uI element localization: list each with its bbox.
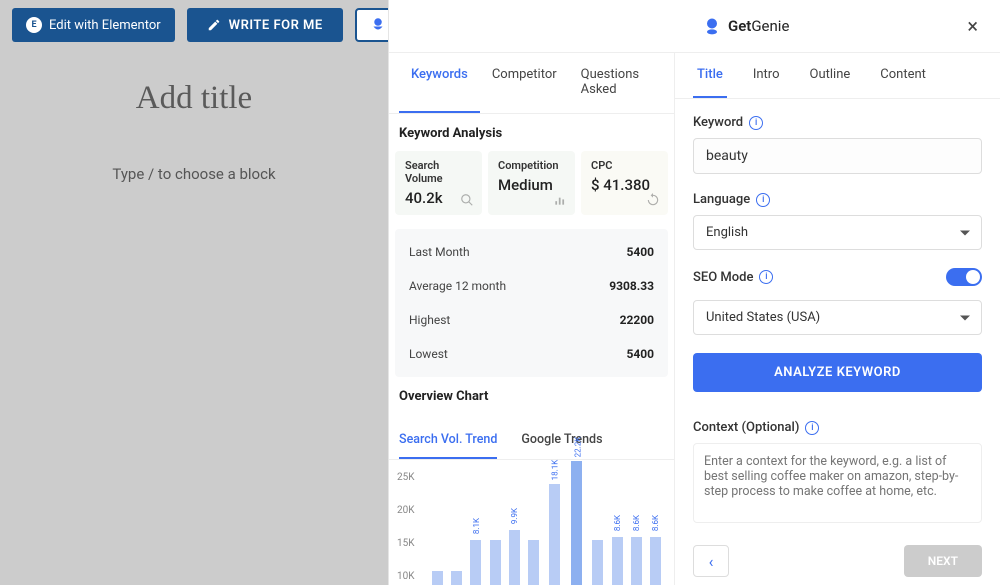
write-for-me-button[interactable]: WRITE FOR ME	[187, 8, 343, 42]
tab-content[interactable]: Content	[876, 53, 930, 98]
top-toolbar: E Edit with Elementor WRITE FOR ME Cha	[12, 8, 429, 42]
title-input-placeholder[interactable]: Add title	[0, 80, 388, 117]
stat-value: 5400	[626, 245, 654, 259]
bottom-nav: ‹ NEXT	[693, 537, 982, 585]
bar	[525, 516, 542, 585]
analyze-keyword-button[interactable]: ANALYZE KEYWORD	[693, 353, 982, 392]
keyword-input[interactable]	[693, 138, 982, 174]
language-label: Language i	[693, 192, 982, 207]
tab-competitor[interactable]: Competitor	[480, 53, 569, 113]
block-hint[interactable]: Type / to choose a block	[0, 165, 388, 183]
metric-label: Search Volume	[405, 159, 472, 185]
language-group: Language i English	[693, 192, 982, 250]
panel-left: Keywords Competitor Questions Asked Keyw…	[389, 53, 675, 585]
context-group: Context (Optional) i	[693, 420, 982, 527]
brand-name: GetGenie	[728, 17, 789, 35]
bar: 9.9K	[506, 506, 523, 585]
bar: 8.6K	[608, 513, 625, 585]
next-button[interactable]: NEXT	[904, 545, 982, 577]
context-textarea[interactable]	[693, 443, 982, 523]
bars-icon	[553, 193, 567, 207]
close-panel-button[interactable]: ×	[963, 10, 982, 42]
seo-mode-row: SEO Mode i	[693, 268, 982, 286]
elementor-icon: E	[26, 17, 42, 33]
getgenie-panel: GetGenie × Keywords Competitor Questions…	[388, 0, 1000, 585]
info-icon[interactable]: i	[805, 421, 819, 435]
stat-label: Last Month	[409, 245, 470, 259]
keyword-analysis-title: Keyword Analysis	[389, 114, 674, 151]
info-icon[interactable]: i	[759, 270, 773, 284]
panel-header: GetGenie ×	[389, 0, 1000, 53]
bar	[448, 547, 465, 585]
pen-icon	[207, 18, 221, 32]
chart-area: 25K 20K 15K 10K 8.1K9.9K18.1K22.2K8.6K8.…	[389, 460, 674, 585]
bar: 8.1K	[467, 516, 484, 585]
brand: GetGenie	[702, 16, 789, 36]
stats-block: Last Month 5400 Average 12 month 9308.33…	[395, 229, 668, 377]
write-label: WRITE FOR ME	[229, 18, 323, 33]
back-button[interactable]: ‹	[693, 545, 729, 577]
keyword-group: Keyword i	[693, 115, 982, 174]
tab-outline[interactable]: Outline	[806, 53, 855, 98]
search-icon	[460, 193, 474, 207]
language-select[interactable]: English	[693, 215, 982, 250]
tab-intro[interactable]: Intro	[749, 53, 784, 98]
stat-value: 5400	[626, 347, 654, 361]
stat-row: Last Month 5400	[395, 235, 668, 269]
stat-label: Highest	[409, 313, 450, 327]
metric-value: $ 41.380	[591, 176, 658, 194]
keyword-label: Keyword i	[693, 115, 982, 130]
stat-row: Highest 22200	[395, 303, 668, 337]
panel-right: Title Intro Outline Content Keyword i	[675, 53, 1000, 585]
tab-title[interactable]: Title	[693, 53, 727, 98]
edit-elementor-button[interactable]: E Edit with Elementor	[12, 8, 175, 42]
info-icon[interactable]: i	[749, 116, 763, 130]
tab-questions[interactable]: Questions Asked	[569, 53, 664, 113]
metric-label: Competition	[498, 159, 565, 172]
country-select[interactable]: United States (USA)	[693, 300, 982, 335]
bars-container: 8.1K9.9K18.1K22.2K8.6K8.6K8.6K	[429, 430, 664, 585]
bar: 8.6K	[628, 513, 645, 585]
metric-search-volume: Search Volume 40.2k	[395, 151, 482, 215]
metric-value: Medium	[498, 176, 565, 194]
editor-canvas: Add title Type / to choose a block	[0, 80, 388, 183]
refresh-icon	[646, 193, 660, 207]
context-label: Context (Optional) i	[693, 420, 982, 435]
stat-label: Lowest	[409, 347, 448, 361]
bar: 18.1K	[544, 460, 565, 585]
y-axis: 25K 20K 15K 10K	[397, 472, 415, 582]
bar	[589, 516, 606, 585]
overview-chart-title: Overview Chart	[389, 377, 674, 414]
stat-row: Average 12 month 9308.33	[395, 269, 668, 303]
bar	[487, 516, 504, 585]
stat-label: Average 12 month	[409, 279, 506, 293]
stat-value: 22200	[620, 313, 654, 327]
elementor-label: Edit with Elementor	[49, 18, 161, 33]
stat-value: 9308.33	[609, 279, 654, 293]
metric-cpc: CPC $ 41.380	[581, 151, 668, 215]
country-group: United States (USA)	[693, 300, 982, 335]
metric-label: CPC	[591, 159, 658, 172]
metric-competition: Competition Medium	[488, 151, 575, 215]
left-tabs: Keywords Competitor Questions Asked	[389, 53, 674, 114]
genie-small-icon	[369, 16, 387, 34]
seo-mode-label: SEO Mode i	[693, 270, 773, 285]
stat-row: Lowest 5400	[395, 337, 668, 371]
info-icon[interactable]: i	[756, 193, 770, 207]
bar	[429, 547, 446, 585]
metrics-row: Search Volume 40.2k Competition Medium C…	[389, 151, 674, 215]
tab-keywords[interactable]: Keywords	[399, 53, 480, 113]
getgenie-logo-icon	[702, 16, 722, 36]
seo-mode-toggle[interactable]	[946, 268, 982, 286]
bar: 22.2K	[567, 437, 588, 585]
right-tabs: Title Intro Outline Content	[675, 53, 1000, 99]
bar: 8.6K	[647, 513, 664, 585]
